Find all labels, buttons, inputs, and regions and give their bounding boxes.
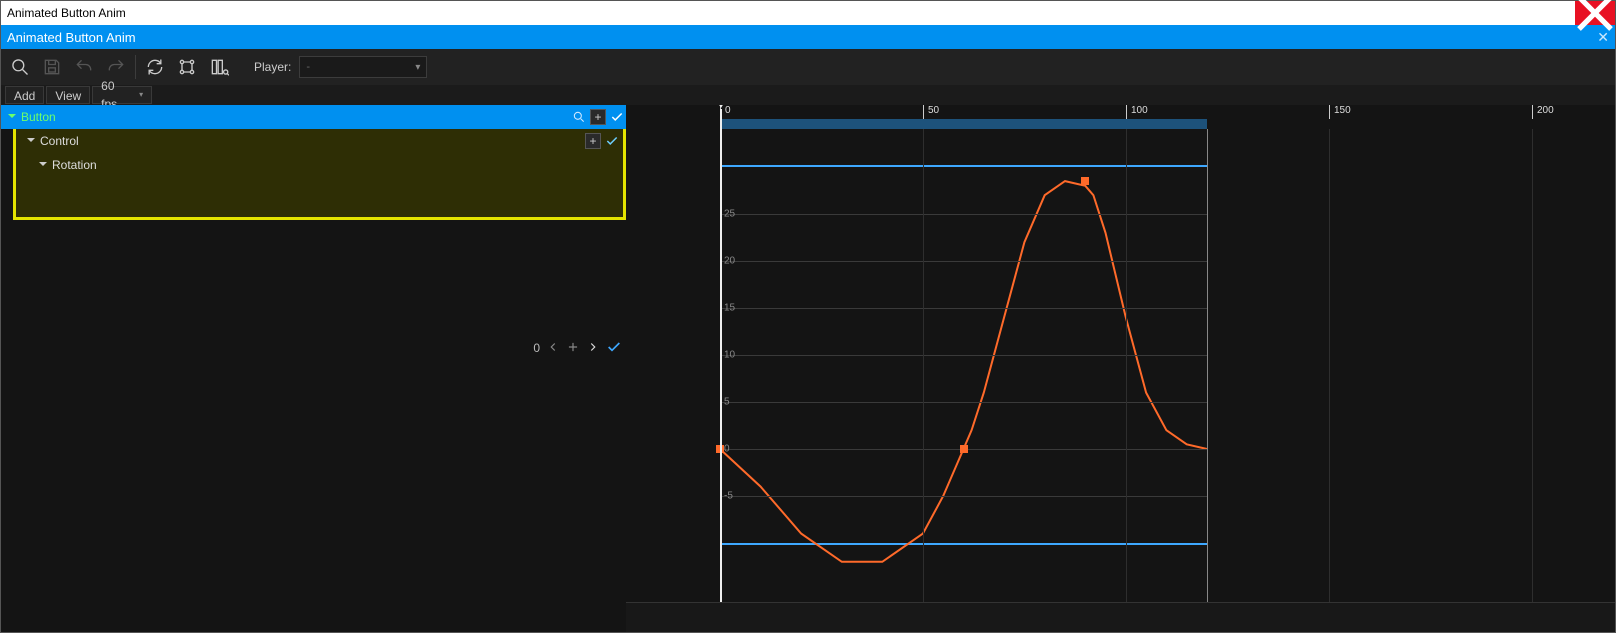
- region-end-line: [1207, 129, 1208, 602]
- key-enabled-check-icon[interactable]: [606, 339, 622, 358]
- ruler-tick-label: 50: [925, 105, 939, 116]
- next-key-icon[interactable]: [586, 340, 600, 357]
- search-icon[interactable]: [5, 52, 35, 82]
- track-control-label: Control: [40, 134, 79, 148]
- y-axis-label: 20: [724, 256, 735, 267]
- player-select-value: -: [306, 61, 310, 73]
- fps-select[interactable]: 60 fps ▾: [92, 86, 152, 104]
- save-icon[interactable]: [37, 52, 67, 82]
- player-select[interactable]: - ▾: [299, 56, 427, 78]
- track-panel: Button + Control +: [1, 105, 626, 632]
- view-menu-button[interactable]: View: [46, 86, 90, 104]
- region-line-bottom: [720, 543, 1207, 545]
- chevron-down-icon: ▾: [139, 86, 143, 104]
- ruler-tick: [1532, 105, 1533, 119]
- track-search-icon[interactable]: [570, 108, 588, 126]
- timeline-footer: [626, 602, 1615, 632]
- track-root-label: Button: [21, 110, 56, 124]
- y-axis-label: 15: [724, 303, 735, 314]
- grid-hline: [720, 308, 1207, 309]
- y-axis-label: 10: [724, 350, 735, 361]
- expand-icon[interactable]: [38, 158, 48, 172]
- grid-vline: [1532, 129, 1533, 602]
- sub-toolbar: Add View 60 fps ▾: [1, 85, 1615, 105]
- panel-close-icon[interactable]: ✕: [1597, 29, 1609, 46]
- y-axis-label: 0: [724, 444, 730, 455]
- ruler-tick-label: 100: [1128, 105, 1148, 116]
- timeline-panel[interactable]: 0 50 100 150 200 -5 0 5 10 15 20 25: [626, 105, 1615, 632]
- main-toolbar: Player: - ▾: [1, 49, 1615, 85]
- graph-editor-icon[interactable]: [172, 52, 202, 82]
- track-add-icon[interactable]: +: [590, 109, 606, 125]
- undo-icon[interactable]: [69, 52, 99, 82]
- track-add-icon[interactable]: +: [585, 133, 601, 149]
- track-visible-check-icon[interactable]: [603, 132, 621, 150]
- chevron-down-icon: ▾: [415, 62, 420, 73]
- grid-vline: [1126, 129, 1127, 602]
- key-nav-value: 0: [533, 341, 540, 355]
- grid-hline: [720, 402, 1207, 403]
- library-icon[interactable]: [204, 52, 234, 82]
- curve-editor[interactable]: -5 0 5 10 15 20 25: [626, 129, 1615, 602]
- loop-icon[interactable]: [140, 52, 170, 82]
- expand-icon[interactable]: [7, 110, 17, 124]
- timeline-region-header: [720, 119, 1207, 129]
- grid-vline: [923, 129, 924, 602]
- animation-name-label: Animated Button Anim: [7, 30, 136, 45]
- track-group-highlight: Control + Rotation: [13, 129, 626, 220]
- grid-hline: [720, 261, 1207, 262]
- ruler-tick: [923, 105, 924, 119]
- track-visible-check-icon[interactable]: [608, 108, 626, 126]
- keyframe-handle[interactable]: [960, 445, 968, 453]
- y-axis-label: 5: [724, 397, 730, 408]
- insert-key-icon[interactable]: [566, 340, 580, 357]
- ruler-tick-label: 150: [1331, 105, 1351, 116]
- track-rotation-label: Rotation: [52, 158, 97, 172]
- os-window-title: Animated Button Anim: [7, 6, 126, 20]
- window-close-button[interactable]: [1575, 1, 1615, 25]
- grid-hline: [720, 496, 1207, 497]
- ruler-tick: [1329, 105, 1330, 119]
- add-track-button[interactable]: Add: [5, 86, 44, 104]
- graph-area[interactable]: -5 0 5 10 15 20 25: [720, 167, 1207, 543]
- grid-vline: [1329, 129, 1330, 602]
- ruler-tick: [1126, 105, 1127, 119]
- key-nav-row: 0: [1, 336, 626, 360]
- track-control[interactable]: Control +: [16, 129, 623, 153]
- prev-key-icon[interactable]: [546, 340, 560, 357]
- track-root-button[interactable]: Button +: [1, 105, 626, 129]
- expand-icon[interactable]: [26, 134, 36, 148]
- y-axis-label: -5: [724, 491, 733, 502]
- keyframe-handle[interactable]: [1081, 177, 1089, 185]
- app-titlebar[interactable]: Animated Button Anim ✕: [1, 25, 1615, 49]
- playhead-handle-icon[interactable]: [715, 105, 727, 108]
- toolbar-separator: [135, 55, 136, 79]
- player-label: Player:: [254, 60, 291, 74]
- grid-hline: [720, 214, 1207, 215]
- grid-hline: [720, 355, 1207, 356]
- playhead[interactable]: [720, 109, 722, 602]
- y-axis-label: 25: [724, 209, 735, 220]
- track-rotation[interactable]: Rotation: [16, 153, 623, 177]
- ruler-tick-label: 200: [1534, 105, 1554, 116]
- os-titlebar: Animated Button Anim: [1, 1, 1615, 25]
